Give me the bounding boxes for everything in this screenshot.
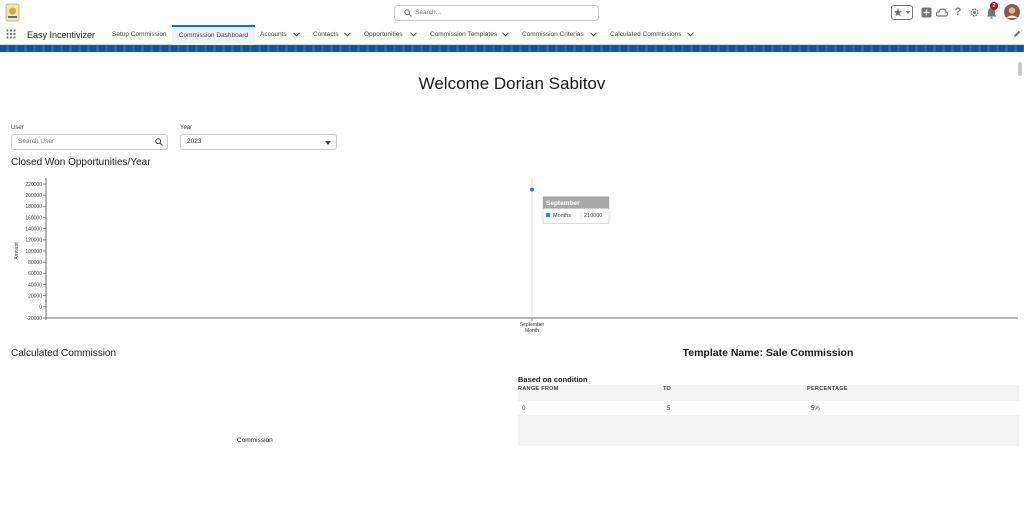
tooltip-title: September xyxy=(546,200,580,207)
column-header-range-from: RANGE FROM xyxy=(518,386,559,392)
table-header: RANGE FROM TO PERCENTAGE xyxy=(518,385,1019,401)
cell-percentage: 5% xyxy=(811,406,820,412)
chevron-down-icon[interactable] xyxy=(293,32,300,37)
table-empty-area xyxy=(518,415,1019,446)
y-tick-label: 200000 xyxy=(25,193,42,199)
commission-chart-label: Commission xyxy=(237,437,273,444)
welcome-heading: Welcome Dorian Sabitov xyxy=(418,74,606,93)
setup-button[interactable] xyxy=(968,5,980,20)
app-navigation-bar: Easy Incentivizer Setup Commission Commi… xyxy=(0,25,1024,45)
data-point xyxy=(530,187,534,192)
favorites-button[interactable] xyxy=(891,5,913,20)
search-icon[interactable] xyxy=(155,138,163,146)
y-tick-label: 220000 xyxy=(25,182,42,188)
tab-calculated-commissions[interactable]: Calculated Commissions xyxy=(610,25,682,45)
chevron-down-icon[interactable] xyxy=(410,32,417,37)
decorative-banner xyxy=(0,45,1024,52)
year-filter-label: Year xyxy=(180,125,193,131)
cell-to: 5 xyxy=(667,406,671,412)
y-tick-label: 80000 xyxy=(28,260,42,266)
year-select[interactable]: 2023 xyxy=(180,134,337,150)
tab-accounts[interactable]: Accounts xyxy=(260,25,287,45)
cell-range-from: 0 xyxy=(522,406,526,412)
tab-commission-dashboard[interactable]: Commission Dashboard xyxy=(172,25,255,45)
condition-label: Based on condition xyxy=(518,375,588,384)
closed-won-chart: 2200002000001800001600001400001200001000… xyxy=(14,178,1018,334)
user-avatar[interactable] xyxy=(1004,3,1020,20)
y-tick-label: 20000 xyxy=(28,293,42,299)
global-search-input[interactable]: Search... xyxy=(394,5,599,21)
commission-range-table: RANGE FROM TO PERCENTAGE 0 5 5% xyxy=(518,385,1019,446)
y-tick-label: 40000 xyxy=(28,282,42,288)
chevron-down-icon[interactable] xyxy=(590,32,597,37)
notification-badge: 2 xyxy=(990,2,998,10)
tooltip-series-name: Months xyxy=(553,213,571,219)
table-row: 0 5 5% xyxy=(518,401,1019,415)
chevron-down-icon[interactable] xyxy=(344,32,351,37)
tab-opportunities[interactable]: Opportunities xyxy=(364,25,403,45)
add-icon xyxy=(921,7,931,18)
search-icon xyxy=(404,9,412,17)
tab-commission-criterias[interactable]: Commission Criterias xyxy=(522,25,584,45)
y-tick-label: -20000 xyxy=(26,316,42,322)
search-placeholder: Search... xyxy=(415,9,442,16)
x-axis-label: Month xyxy=(525,328,539,334)
gear-icon xyxy=(969,8,979,17)
tooltip-series-swatch xyxy=(546,213,550,218)
global-actions-button[interactable] xyxy=(920,5,932,20)
y-tick-label: 180000 xyxy=(25,204,42,210)
tooltip-value: 210000 xyxy=(584,213,602,219)
user-filter-label: User xyxy=(11,125,24,131)
chevron-down-icon[interactable] xyxy=(687,32,694,37)
calculated-commission-title: Calculated Commission xyxy=(11,348,117,359)
help-button[interactable]: ? xyxy=(952,5,964,20)
app-launcher-icon[interactable] xyxy=(6,29,16,39)
column-header-to: TO xyxy=(663,386,672,392)
y-tick-label: 120000 xyxy=(25,238,42,244)
user-search-input[interactable]: Search User xyxy=(11,134,168,150)
tab-setup-commission[interactable]: Setup Commission xyxy=(112,25,167,45)
tab-commission-templates[interactable]: Commission Templates xyxy=(430,25,497,45)
edit-pencil-icon[interactable] xyxy=(1013,30,1021,38)
trailhead-button[interactable] xyxy=(936,5,948,20)
global-header: Search... ? 2 xyxy=(0,0,1024,25)
cloud-icon xyxy=(936,8,948,17)
app-logo-icon[interactable] xyxy=(4,3,21,22)
avatar-photo-icon xyxy=(1004,3,1020,20)
star-icon xyxy=(894,8,910,17)
y-tick-label: 0 xyxy=(39,305,42,311)
template-name-heading: Template Name: Sale Commission xyxy=(682,347,854,359)
caret-down-icon xyxy=(325,141,331,145)
y-axis-label: Amount xyxy=(14,242,20,260)
help-icon: ? xyxy=(954,6,962,18)
notifications-button[interactable]: 2 xyxy=(984,2,998,20)
chevron-down-icon[interactable] xyxy=(502,32,509,37)
tab-contacts[interactable]: Contacts xyxy=(313,25,339,45)
app-name: Easy Incentivizer xyxy=(27,30,96,40)
y-tick-label: 160000 xyxy=(25,215,42,221)
y-tick-label: 60000 xyxy=(28,271,42,277)
y-tick-label: 140000 xyxy=(25,226,42,232)
year-selected-value: 2023 xyxy=(187,138,202,145)
user-search-placeholder: Search User xyxy=(18,138,55,145)
chart-section-title: Closed Won Opportunities/Year xyxy=(11,157,151,168)
y-tick-label: 100000 xyxy=(25,249,42,255)
column-header-percentage: PERCENTAGE xyxy=(807,386,848,392)
